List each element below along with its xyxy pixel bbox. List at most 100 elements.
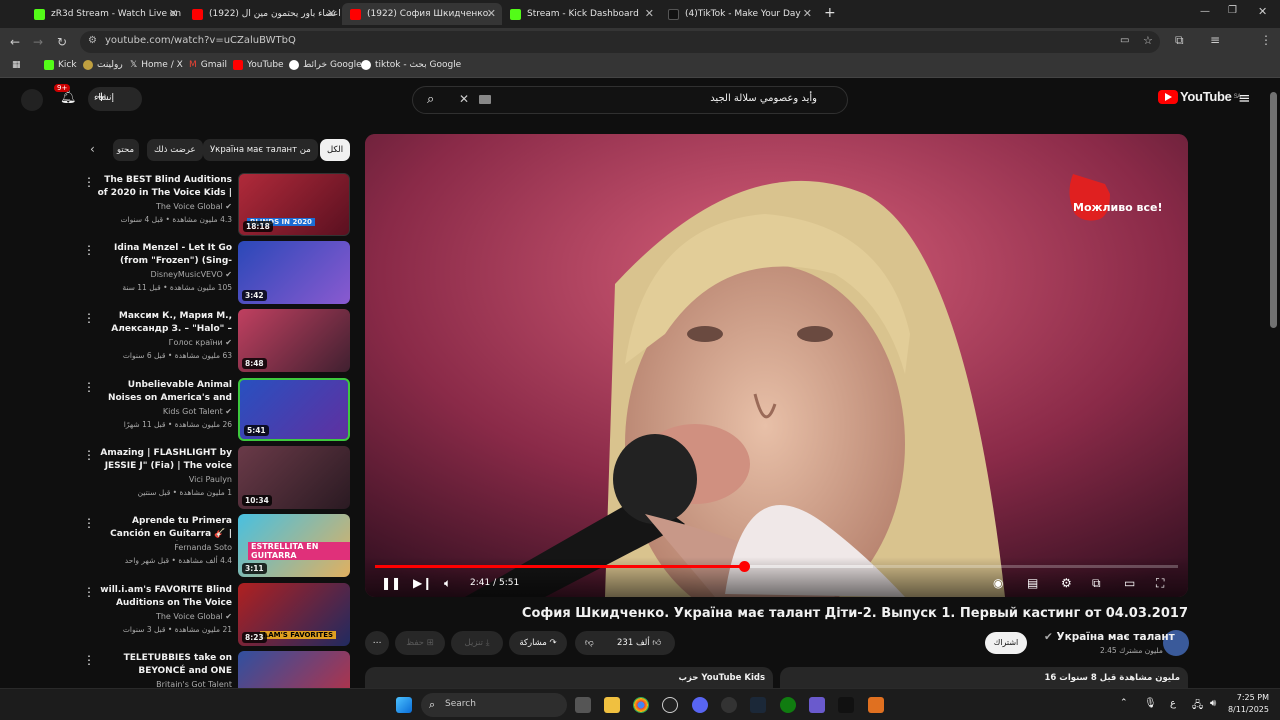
bookmark-google-maps[interactable]: خرائط Google xyxy=(289,60,362,70)
cod-icon[interactable] xyxy=(838,697,854,713)
rec-title[interactable]: Aprende tu Primera Canción en Guitarra 🎸… xyxy=(97,515,232,541)
recommendation-item[interactable]: ⋮ Idina Menzel - Let It Go (from "Frozen… xyxy=(80,241,350,305)
apps-grid-icon[interactable]: ▦ xyxy=(12,60,21,70)
rec-title[interactable]: Amazing | FLASHLIGHT by JESSIE J" (Fia) … xyxy=(97,447,232,473)
chip-shown[interactable]: عرضت ذلك xyxy=(147,139,203,161)
browser-tab-kick-stream[interactable]: zR3d Stream - Watch Live on Ki ✕ xyxy=(26,3,184,25)
maximize-icon[interactable]: ❐ xyxy=(1228,5,1237,16)
rec-thumbnail[interactable]: BLINDS IN 2020 18:18 xyxy=(238,173,350,236)
subtitles-icon[interactable]: ▤ xyxy=(1027,576,1038,590)
download-button[interactable]: تنزيل ⤓ xyxy=(451,631,503,655)
search-input[interactable]: وأيد وعصومي سلالة الجيد xyxy=(710,93,817,104)
rec-thumbnail[interactable]: ESTRELLITA EN GUITARRA 3:11 xyxy=(238,514,350,577)
rec-channel[interactable]: Fernanda Soto xyxy=(174,543,232,552)
window-close-icon[interactable]: ✕ xyxy=(1258,5,1267,18)
next-icon[interactable]: ▶❙ xyxy=(413,576,432,590)
site-info-icon[interactable]: ⚙ xyxy=(88,35,97,46)
minimize-icon[interactable]: — xyxy=(1200,6,1210,17)
more-options-icon[interactable]: ⋮ xyxy=(83,243,95,257)
rec-thumbnail[interactable]: 5:41 xyxy=(238,378,350,441)
clock-date[interactable]: 8/11/2025 xyxy=(1227,705,1269,714)
app-icon[interactable] xyxy=(662,697,678,713)
share-button[interactable]: مشاركة ↷ xyxy=(509,631,567,655)
more-options-icon[interactable]: ⋮ xyxy=(83,448,95,462)
scrubber-handle[interactable] xyxy=(738,561,750,572)
rec-channel[interactable]: Britain's Got Talent xyxy=(156,680,232,688)
more-options-icon[interactable]: ⋮ xyxy=(83,175,95,189)
rec-channel[interactable]: The Voice Global ✔︎ xyxy=(156,202,232,211)
recommendation-item[interactable]: ⋮ Unbelievable Animal Noises on America'… xyxy=(80,378,350,442)
close-tab-icon[interactable]: ✕ xyxy=(803,7,812,20)
subscribe-button[interactable]: اشتراك xyxy=(985,632,1027,654)
notifications-bell-icon[interactable]: 🔔︎ xyxy=(60,90,77,105)
more-options-icon[interactable]: ⋮ xyxy=(83,653,95,667)
avatar[interactable] xyxy=(21,89,43,111)
new-tab-button[interactable]: + xyxy=(824,5,836,21)
browser-tab-youtube-active[interactable]: (1922) София Шкидченко. ✕ xyxy=(342,3,502,25)
settings-gear-icon[interactable]: ⚙ xyxy=(1061,576,1072,590)
cast-icon[interactable]: ▭ xyxy=(1120,35,1129,46)
clock-time[interactable]: 7:25 PM xyxy=(1227,693,1269,702)
rec-channel[interactable]: DisneyMusicVEVO ✔︎ xyxy=(151,270,232,279)
chevron-up-icon[interactable]: ⌃ xyxy=(1120,698,1128,708)
miniplayer-icon[interactable]: ⧉ xyxy=(1092,576,1101,591)
hamburger-menu-icon[interactable]: ≡ xyxy=(1238,89,1251,107)
recommendation-item[interactable]: ⋮ TELETUBBIES take on BEYONCÉ and ONE DI… xyxy=(80,651,350,688)
steam-icon[interactable] xyxy=(750,697,766,713)
more-options-icon[interactable]: ⋮ xyxy=(83,311,95,325)
more-options-icon[interactable]: ⋮ xyxy=(83,516,95,530)
volume-icon[interactable]: 🔊︎ xyxy=(1210,698,1216,709)
network-icon[interactable]: 🖧︎ xyxy=(1192,698,1203,715)
chip-channel[interactable]: Україна має талант من xyxy=(203,139,318,161)
youtube-logo[interactable]: YouTube SA xyxy=(1158,89,1241,104)
search-icon[interactable]: ⌕ xyxy=(427,92,434,107)
bookmark-x[interactable]: 𝕏 Home / X xyxy=(130,60,183,70)
close-tab-icon[interactable]: ✕ xyxy=(169,7,178,20)
forward-arrow-icon[interactable]: → xyxy=(33,35,43,49)
rec-title[interactable]: TELETUBBIES take on BEYONCÉ and ONE DIRE… xyxy=(97,652,232,678)
description-box[interactable]: 16 مليون مشاهدة قبل 8 سنوات xyxy=(780,667,1188,688)
autoplay-toggle-icon[interactable]: ◉ xyxy=(993,576,1003,590)
rec-thumbnail[interactable]: I.AM'S FAVORITES 8:23 xyxy=(238,583,350,646)
recommendation-item[interactable]: ⋮ will.i.am's FAVORITE Blind Auditions o… xyxy=(80,583,350,647)
rec-thumbnail[interactable]: 8:48 xyxy=(238,309,350,372)
rec-thumbnail[interactable] xyxy=(238,651,350,688)
save-button[interactable]: حفظ ⊞ xyxy=(395,631,445,655)
extensions-icon[interactable]: ⧉ xyxy=(1175,33,1184,48)
recommendation-item[interactable]: ⋮ Amazing | FLASHLIGHT by JESSIE J" (Fia… xyxy=(80,446,350,510)
dislike-icon[interactable]: 👎︎ xyxy=(585,631,594,655)
progress-bar[interactable] xyxy=(375,561,1178,572)
rec-thumbnail[interactable]: 10:34 xyxy=(238,446,350,509)
rec-title[interactable]: will.i.am's FAVORITE Blind Auditions on … xyxy=(97,584,232,610)
search-box[interactable]: ⌕ ✕ وأيد وعصومي سلالة الجيد xyxy=(412,86,848,114)
rec-channel[interactable]: The Voice Global ✔︎ xyxy=(156,612,232,621)
app-icon[interactable] xyxy=(868,697,884,713)
video-player[interactable]: Можливо все! ❚❚ ▶❙ 🔈︎ 2:41 / 5:51 ◉ ▤ ⚙ … xyxy=(365,134,1188,597)
recommendation-item[interactable]: ⋮ The BEST Blind Auditions of 2020 in Th… xyxy=(80,173,350,237)
reload-icon[interactable]: ↻ xyxy=(57,35,67,49)
create-button[interactable]: + إنشاء xyxy=(88,87,142,111)
chrome-icon[interactable] xyxy=(633,697,649,713)
browser-tab-kick-dashboard[interactable]: Stream - Kick Dashboard ✕ xyxy=(502,3,660,25)
more-actions-icon[interactable]: ⋯ xyxy=(365,631,389,655)
chip-content[interactable]: محتو xyxy=(113,139,139,161)
volume-icon[interactable]: 🔈︎ xyxy=(444,576,451,591)
app-icon[interactable] xyxy=(721,697,737,713)
page-scrollbar-thumb[interactable] xyxy=(1270,92,1277,328)
playlist-panel[interactable]: حزب YouTube Kids xyxy=(365,667,773,688)
bookmark-rolet[interactable]: رولينت xyxy=(83,60,123,70)
rec-channel[interactable]: Голос країни ✔︎ xyxy=(169,338,232,347)
browser-tab-youtube-1[interactable]: (1922) اعضاء باور يحتمون مين ال ✕ xyxy=(184,3,342,25)
rec-title[interactable]: Максим К., Мария М., Александр З. – "Hal… xyxy=(97,310,232,336)
bookmark-tiktok-search[interactable]: tiktok - بحث Google xyxy=(361,60,461,70)
bookmark-star-icon[interactable]: ☆ xyxy=(1143,34,1153,47)
close-tab-icon[interactable]: ✕ xyxy=(327,7,336,20)
chevron-left-icon[interactable]: ‹ xyxy=(90,142,95,156)
address-bar[interactable]: ⚙ youtube.com/watch?v=uCZaluBWTbQ ▭ ☆ xyxy=(80,31,1160,53)
chip-all[interactable]: الكل xyxy=(320,139,351,161)
bookmark-youtube[interactable]: YouTube xyxy=(233,60,284,70)
rec-thumbnail[interactable]: 3:42 xyxy=(238,241,350,304)
url-text[interactable]: youtube.com/watch?v=uCZaluBWTbQ xyxy=(105,35,296,46)
rec-channel[interactable]: Vici Paulyn xyxy=(189,475,232,484)
like-button[interactable]: 231 ألف 👍︎ xyxy=(617,631,661,655)
